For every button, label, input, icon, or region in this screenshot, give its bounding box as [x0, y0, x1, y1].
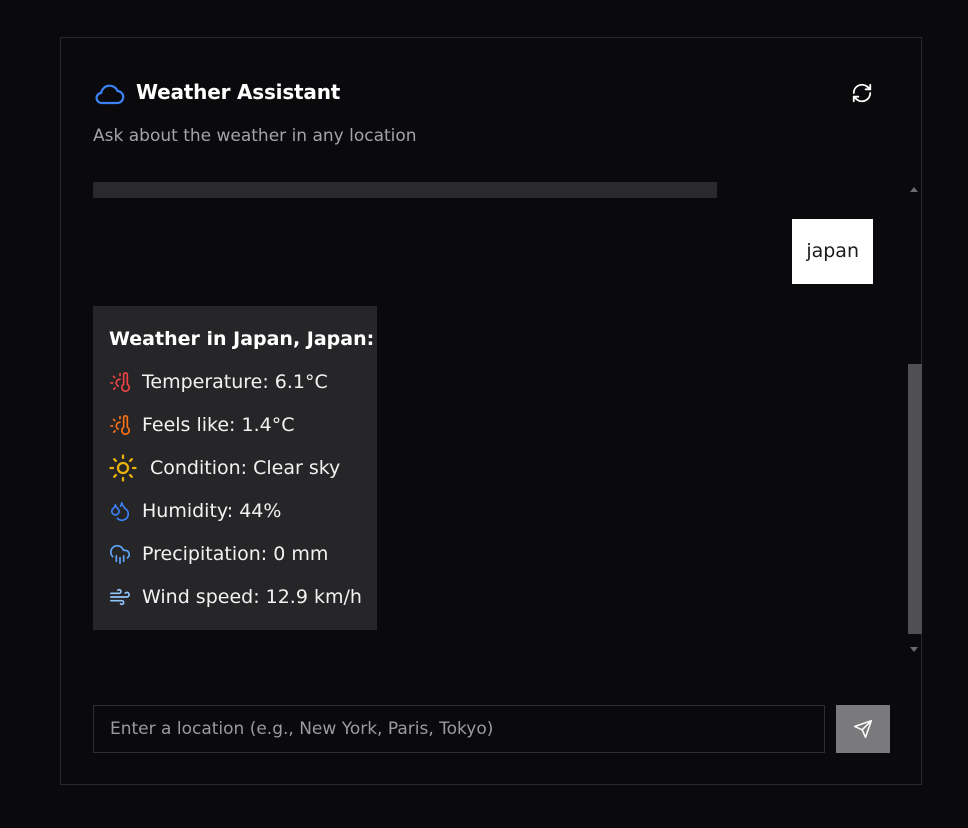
cloud-icon — [95, 84, 125, 105]
humidity-row: Humidity: 44% — [109, 500, 377, 543]
chat-scrollbar[interactable] — [906, 180, 922, 652]
droplets-icon — [110, 501, 130, 521]
assistant-message-bubble: Weather in Japan, Japan: Temperature: 6.… — [93, 306, 377, 630]
send-button[interactable] — [836, 705, 890, 753]
feels-like-text: Feels like: 1.4°C — [142, 414, 295, 436]
send-icon — [853, 719, 873, 739]
condition-row: Condition: Clear sky — [109, 454, 377, 500]
wind-speed-row: Wind speed: 12.9 km/h — [109, 586, 377, 629]
message-composer — [93, 705, 891, 753]
scroll-up-arrow[interactable] — [906, 182, 922, 196]
temperature-text: Temperature: 6.1°C — [142, 371, 328, 393]
precipitation-text: Precipitation: 0 mm — [142, 543, 329, 565]
weather-assistant-card: Weather Assistant Ask about the weather … — [60, 37, 922, 785]
previous-message-bubble — [93, 182, 717, 198]
refresh-button[interactable] — [847, 78, 877, 108]
precipitation-row: Precipitation: 0 mm — [109, 543, 377, 586]
chat-messages[interactable]: japan Weather in Japan, Japan: Temperatu… — [93, 180, 873, 646]
thermometer-sun-icon — [110, 372, 130, 392]
scroll-thumb[interactable] — [908, 364, 922, 634]
refresh-icon — [852, 83, 872, 103]
humidity-text: Humidity: 44% — [142, 500, 282, 522]
user-message-bubble: japan — [792, 219, 873, 284]
cloud-rain-icon — [110, 544, 130, 564]
page-subtitle: Ask about the weather in any location — [93, 126, 417, 146]
wind-icon — [110, 588, 130, 606]
thermometer-sun-icon — [110, 415, 130, 435]
sun-icon — [109, 454, 137, 482]
scroll-down-arrow[interactable] — [906, 642, 922, 656]
caret-down-icon — [910, 646, 918, 652]
condition-text: Condition: Clear sky — [150, 457, 341, 479]
location-input[interactable] — [93, 705, 825, 753]
caret-up-icon — [910, 186, 918, 192]
weather-result-title: Weather in Japan, Japan: — [109, 328, 375, 350]
feels-like-row: Feels like: 1.4°C — [109, 414, 377, 457]
page-title: Weather Assistant — [136, 80, 341, 104]
temperature-row: Temperature: 6.1°C — [109, 371, 377, 414]
header: Weather Assistant — [93, 78, 889, 114]
wind-speed-text: Wind speed: 12.9 km/h — [142, 586, 362, 608]
